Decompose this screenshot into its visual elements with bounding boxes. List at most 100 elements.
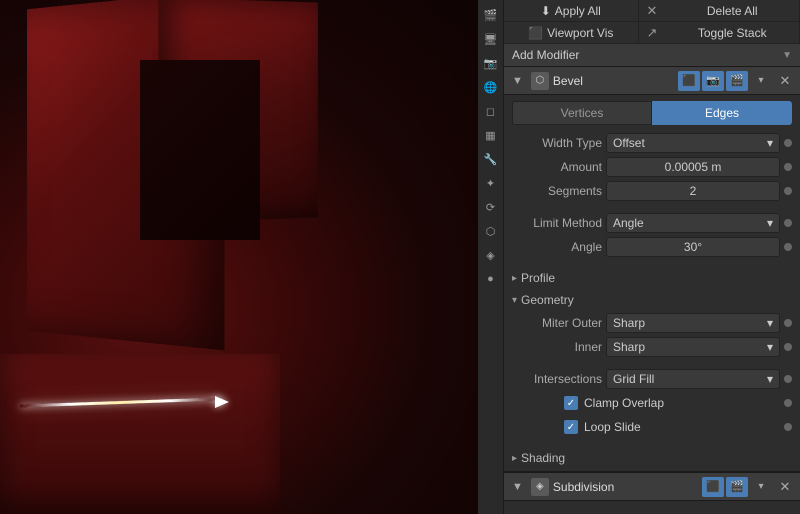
miter-outer-dot[interactable] (784, 319, 792, 327)
sidebar-icon-physics[interactable]: ⟳ (480, 196, 502, 218)
loop-slide-dot[interactable] (784, 423, 792, 431)
angle-dot[interactable] (784, 243, 792, 251)
inner-label: Inner (512, 340, 602, 354)
angle-label: Angle (512, 240, 602, 254)
intersections-dropdown[interactable]: Grid Fill ▾ (606, 369, 780, 389)
clamp-overlap-checkbox[interactable]: ✓ (564, 396, 578, 410)
amount-row: Amount 0.00005 m (504, 155, 800, 179)
width-type-label: Width Type (512, 136, 602, 150)
apply-all-btn[interactable]: ⬇ Apply All (504, 0, 639, 21)
clamp-overlap-label: Clamp Overlap (584, 396, 664, 410)
bevel-mode-tabs: Vertices Edges (504, 95, 800, 129)
limit-method-label: Limit Method (512, 216, 602, 230)
separator-4 (504, 439, 800, 447)
limit-method-value: Angle ▾ (606, 213, 780, 233)
amount-text: 0.00005 m (665, 160, 722, 174)
clamp-overlap-dot[interactable] (784, 399, 792, 407)
subdivision-render-btn[interactable]: 🎬 (726, 477, 748, 497)
toolbar-row-1: ⬇ Apply All ✕ Delete All (504, 0, 800, 22)
delete-all-label: Delete All (707, 4, 758, 18)
angle-row: Angle 30° (504, 235, 800, 259)
subdivision-collapse-btn[interactable]: ▼ (508, 479, 527, 495)
loop-slide-label: Loop Slide (584, 420, 641, 434)
properties-panel: ⬇ Apply All ✕ Delete All ⬛ Viewport Vis … (504, 0, 800, 514)
sidebar-icon-modifier[interactable]: 🔧 (480, 148, 502, 170)
shading-section-header[interactable]: ▸ Shading (504, 447, 800, 469)
sidebar-icon-mesh[interactable]: ▦ (480, 124, 502, 146)
limit-method-dot[interactable] (784, 219, 792, 227)
profile-section-header[interactable]: ▸ Profile (504, 267, 800, 289)
subdivision-modifier-actions: ⬛ 🎬 ▾ ✕ (702, 477, 796, 497)
intersections-label: Intersections (512, 372, 602, 386)
segments-label: Segments (512, 184, 602, 198)
inner-dot[interactable] (784, 343, 792, 351)
loop-slide-row: ✓ Loop Slide (504, 415, 800, 439)
bevel-dropdown-btn[interactable]: ▾ (750, 71, 772, 91)
toggle-stack-btn[interactable]: Toggle Stack (665, 22, 800, 43)
sidebar-icon-scene[interactable]: 🎬 (480, 4, 502, 26)
amount-dot[interactable] (784, 163, 792, 171)
bevel-render-btn[interactable]: 📷 (702, 71, 724, 91)
geometry-section-header[interactable]: ▾ Geometry (504, 289, 800, 311)
subdivision-dropdown-btn[interactable]: ▾ (750, 477, 772, 497)
bevel-collapse-btn[interactable]: ▼ (508, 73, 527, 89)
inner-dropdown[interactable]: Sharp ▾ (606, 337, 780, 357)
add-modifier-arrow-icon: ▼ (782, 50, 792, 61)
screen-icon: ⬛ (528, 26, 543, 40)
segments-text: 2 (690, 184, 697, 198)
intersections-row: Intersections Grid Fill ▾ (504, 367, 800, 391)
sidebar-icon-object[interactable]: ◻ (480, 100, 502, 122)
delete-all-btn[interactable]: Delete All (665, 0, 800, 21)
bevel-close-btn[interactable]: ✕ (774, 71, 796, 91)
geometry-section-label: Geometry (521, 293, 574, 307)
viewport-vis-btn[interactable]: ⬛ Viewport Vis (504, 22, 639, 43)
width-type-row: Width Type Offset ▾ (504, 131, 800, 155)
sidebar-icon-constraints[interactable]: ⬡ (480, 220, 502, 242)
shading-arrow-icon: ▸ (512, 453, 517, 464)
apply-all-label: Apply All (555, 4, 601, 18)
sidebar-icon-data[interactable]: ◈ (480, 244, 502, 266)
bevel-tab-vertices[interactable]: Vertices (512, 101, 652, 125)
subdivision-realtime-btn[interactable]: ⬛ (702, 477, 724, 497)
sidebar-icon-camera[interactable]: 📷 (480, 52, 502, 74)
segments-dot[interactable] (784, 187, 792, 195)
viewport-vis-extra[interactable]: ↗ (639, 25, 666, 41)
toolbar-row-2: ⬛ Viewport Vis ↗ Toggle Stack (504, 22, 800, 44)
segments-input[interactable]: 2 (606, 181, 780, 201)
bevel-realtime-btn[interactable]: ⬛ (678, 71, 700, 91)
angle-text: 30° (684, 240, 702, 254)
angle-input[interactable]: 30° (606, 237, 780, 257)
sidebar-icon-material[interactable]: ● (480, 268, 502, 290)
inner-text: Sharp (613, 340, 645, 354)
intersections-dot[interactable] (784, 375, 792, 383)
bevel-modifier-header: ▼ ⬡ Bevel ⬛ 📷 🎬 ▾ ✕ (504, 67, 800, 95)
subdivision-modifier-block: ▼ ◈ Subdivision ⬛ 🎬 ▾ ✕ (504, 472, 800, 501)
bevel-tab-edges[interactable]: Edges (652, 101, 792, 125)
bevel-viewport-btn[interactable]: 🎬 (726, 71, 748, 91)
sidebar-icon-particles[interactable]: ✦ (480, 172, 502, 194)
limit-method-dropdown[interactable]: Angle ▾ (606, 213, 780, 233)
inner-value: Sharp ▾ (606, 337, 780, 357)
arrow-indicator (215, 396, 229, 408)
limit-method-text: Angle (613, 216, 644, 230)
miter-outer-dropdown[interactable]: Sharp ▾ (606, 313, 780, 333)
limit-method-row: Limit Method Angle ▾ (504, 211, 800, 235)
toggle-stack-label: Toggle Stack (698, 26, 767, 40)
miter-outer-arrow-icon: ▾ (767, 316, 773, 330)
width-type-dot[interactable] (784, 139, 792, 147)
separator-3 (504, 359, 800, 367)
bevel-properties: Width Type Offset ▾ Amount 0.00005 m (504, 129, 800, 471)
subdivision-close-btn[interactable]: ✕ (774, 477, 796, 497)
amount-input[interactable]: 0.00005 m (606, 157, 780, 177)
loop-slide-checkbox[interactable]: ✓ (564, 420, 578, 434)
width-type-dropdown[interactable]: Offset ▾ (606, 133, 780, 153)
sidebar-icon-display[interactable]: 🖥 (480, 28, 502, 50)
delete-all-close-btn[interactable]: ✕ (639, 3, 666, 19)
bevel-modifier-block: ▼ ⬡ Bevel ⬛ 📷 🎬 ▾ ✕ Vertices Edges Width… (504, 67, 800, 472)
miter-outer-row: Miter Outer Sharp ▾ (504, 311, 800, 335)
add-modifier-dropdown[interactable]: Add Modifier ▼ (504, 44, 800, 67)
3d-shape-bottom (0, 354, 280, 514)
sidebar-icon-world[interactable]: 🌐 (480, 76, 502, 98)
download-icon: ⬇ (541, 4, 551, 18)
width-type-value: Offset ▾ (606, 133, 780, 153)
